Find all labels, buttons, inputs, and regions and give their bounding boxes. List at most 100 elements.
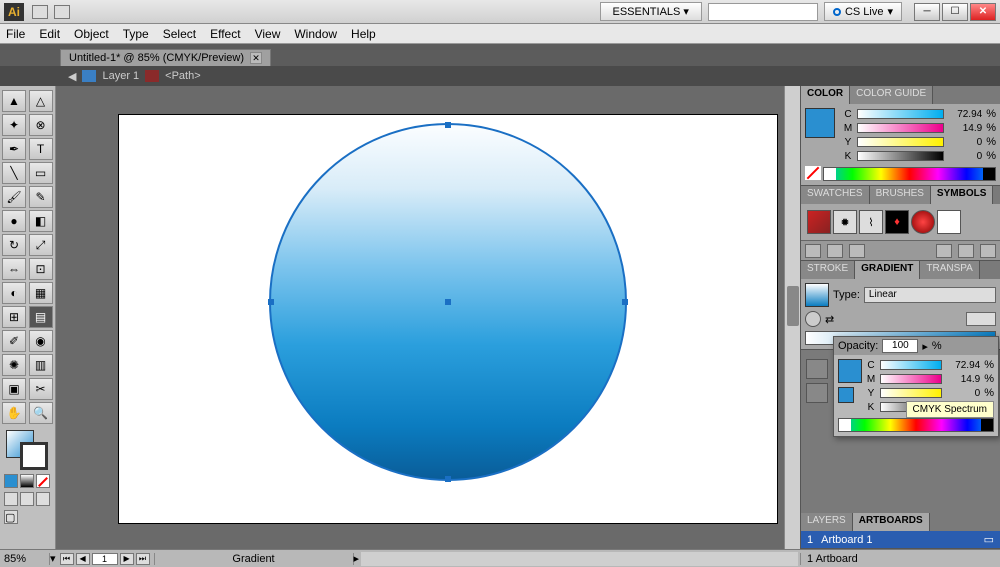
- color-mode-color[interactable]: [4, 474, 18, 488]
- float-palette-icon[interactable]: [806, 359, 828, 379]
- floating-color-panel[interactable]: Opacity: 100 ▸ % C72.94% M14.9% Y0% K0% …: [833, 336, 999, 437]
- symbol-new-icon[interactable]: [958, 244, 974, 258]
- pencil-tool[interactable]: ✎: [29, 186, 53, 208]
- c-slider[interactable]: [857, 109, 944, 119]
- menu-object[interactable]: Object: [74, 27, 109, 41]
- width-tool[interactable]: ⇔: [2, 258, 26, 280]
- fy-value[interactable]: 0: [946, 388, 980, 399]
- menu-effect[interactable]: Effect: [210, 27, 240, 41]
- minimize-button[interactable]: ─: [914, 3, 940, 21]
- k-slider[interactable]: [857, 151, 944, 161]
- perspective-tool[interactable]: ▦: [29, 282, 53, 304]
- symbol-sphere[interactable]: [911, 210, 935, 234]
- artboard-row[interactable]: 1 Artboard 1 ▭: [801, 531, 1000, 548]
- symbol-cube[interactable]: [807, 210, 831, 234]
- anchor-top[interactable]: [445, 122, 451, 128]
- magic-wand-tool[interactable]: ✦: [2, 114, 26, 136]
- zoom-tool[interactable]: 🔍: [29, 402, 53, 424]
- gradient-aspect[interactable]: [966, 312, 996, 326]
- k-value[interactable]: 0: [948, 151, 982, 162]
- float-grid-icon[interactable]: [806, 383, 828, 403]
- center-point[interactable]: [445, 299, 451, 305]
- mesh-tool[interactable]: ⊞: [2, 306, 26, 328]
- draw-inside[interactable]: [36, 492, 50, 506]
- menu-edit[interactable]: Edit: [39, 27, 60, 41]
- menu-file[interactable]: File: [6, 27, 25, 41]
- m-slider[interactable]: [857, 123, 944, 133]
- draw-behind[interactable]: [20, 492, 34, 506]
- y-value[interactable]: 0: [948, 137, 982, 148]
- artboard-orient-icon[interactable]: ▭: [984, 533, 994, 546]
- symbol-sprayer-tool[interactable]: ✺: [2, 354, 26, 376]
- stroke-swatch[interactable]: [20, 442, 48, 470]
- status-dropdown-icon[interactable]: ▸: [354, 552, 360, 565]
- color-panel-swatch[interactable]: [805, 108, 835, 138]
- eyedropper-tool[interactable]: ✐: [2, 330, 26, 352]
- selection-tool[interactable]: ▲: [2, 90, 26, 112]
- fill-stroke-control[interactable]: [2, 430, 53, 470]
- scale-tool[interactable]: ⤢: [29, 234, 53, 256]
- float-spectrum[interactable]: [838, 418, 994, 432]
- menu-window[interactable]: Window: [294, 27, 337, 41]
- search-input[interactable]: [708, 3, 818, 21]
- tab-stroke[interactable]: STROKE: [801, 261, 855, 279]
- anchor-right[interactable]: [622, 299, 628, 305]
- tab-transparency[interactable]: TRANSPA: [920, 261, 980, 279]
- fc-value[interactable]: 72.94: [946, 360, 980, 371]
- document-tab[interactable]: Untitled-1* @ 85% (CMYK/Preview) ✕: [60, 49, 271, 66]
- direct-selection-tool[interactable]: △: [29, 90, 53, 112]
- bridge-icon[interactable]: [32, 5, 48, 19]
- tab-swatches[interactable]: SWATCHES: [801, 186, 870, 204]
- shape-builder-tool[interactable]: ◐: [2, 282, 26, 304]
- artboard[interactable]: [118, 114, 778, 524]
- blob-brush-tool[interactable]: ●: [2, 210, 26, 232]
- gradient-tool[interactable]: ▤: [29, 306, 53, 328]
- float-stroke-swatch[interactable]: [838, 387, 854, 403]
- tab-gradient[interactable]: GRADIENT: [855, 261, 920, 279]
- gradient-angle-dial[interactable]: [805, 311, 821, 327]
- y-slider[interactable]: [857, 137, 944, 147]
- symbol-opts-icon[interactable]: [936, 244, 952, 258]
- color-mode-gradient[interactable]: [20, 474, 34, 488]
- tab-symbols[interactable]: SYMBOLS: [931, 186, 993, 204]
- breadcrumb-path[interactable]: <Path>: [165, 70, 200, 82]
- tab-artboards[interactable]: ARTBOARDS: [853, 513, 930, 531]
- cslive-button[interactable]: CS Live ▾: [824, 2, 902, 21]
- fc-slider[interactable]: [880, 360, 942, 370]
- symbol-lib-icon[interactable]: [805, 244, 821, 258]
- arrange-icon[interactable]: [54, 5, 70, 19]
- tab-layers[interactable]: LAYERS: [801, 513, 853, 531]
- rectangle-tool[interactable]: ▭: [29, 162, 53, 184]
- nav-back-icon[interactable]: ◀: [68, 70, 76, 83]
- artboard-tool[interactable]: ▣: [2, 378, 26, 400]
- gradient-swatch[interactable]: [805, 283, 829, 307]
- circle-path[interactable]: [269, 123, 627, 481]
- horizontal-scrollbar[interactable]: [361, 552, 798, 566]
- fm-value[interactable]: 14.9: [946, 374, 980, 385]
- tab-color[interactable]: COLOR: [801, 86, 850, 104]
- lasso-tool[interactable]: ⊗: [29, 114, 53, 136]
- graph-tool[interactable]: ▥: [29, 354, 53, 376]
- eraser-tool[interactable]: ◧: [29, 210, 53, 232]
- slice-tool[interactable]: ✂: [29, 378, 53, 400]
- symbol-break-icon[interactable]: [849, 244, 865, 258]
- menu-view[interactable]: View: [255, 27, 281, 41]
- anchor-bottom[interactable]: [445, 476, 451, 482]
- opacity-stepper[interactable]: ▸: [922, 340, 928, 353]
- menu-select[interactable]: Select: [163, 27, 196, 41]
- fy-slider[interactable]: [880, 388, 942, 398]
- free-transform-tool[interactable]: ⊡: [29, 258, 53, 280]
- pen-tool[interactable]: ✒: [2, 138, 26, 160]
- tab-color-guide[interactable]: COLOR GUIDE: [850, 86, 933, 104]
- maximize-button[interactable]: ☐: [942, 3, 968, 21]
- workspace-switcher[interactable]: ESSENTIALS ▾: [600, 2, 702, 21]
- fm-slider[interactable]: [880, 374, 942, 384]
- menu-help[interactable]: Help: [351, 27, 376, 41]
- scroll-thumb[interactable]: [787, 286, 799, 326]
- rotate-tool[interactable]: ↻: [2, 234, 26, 256]
- m-value[interactable]: 14.9: [948, 123, 982, 134]
- symbol-ribbon[interactable]: ⌇: [859, 210, 883, 234]
- symbol-place-icon[interactable]: [827, 244, 843, 258]
- hand-tool[interactable]: ✋: [2, 402, 26, 424]
- symbol-bug[interactable]: ✹: [833, 210, 857, 234]
